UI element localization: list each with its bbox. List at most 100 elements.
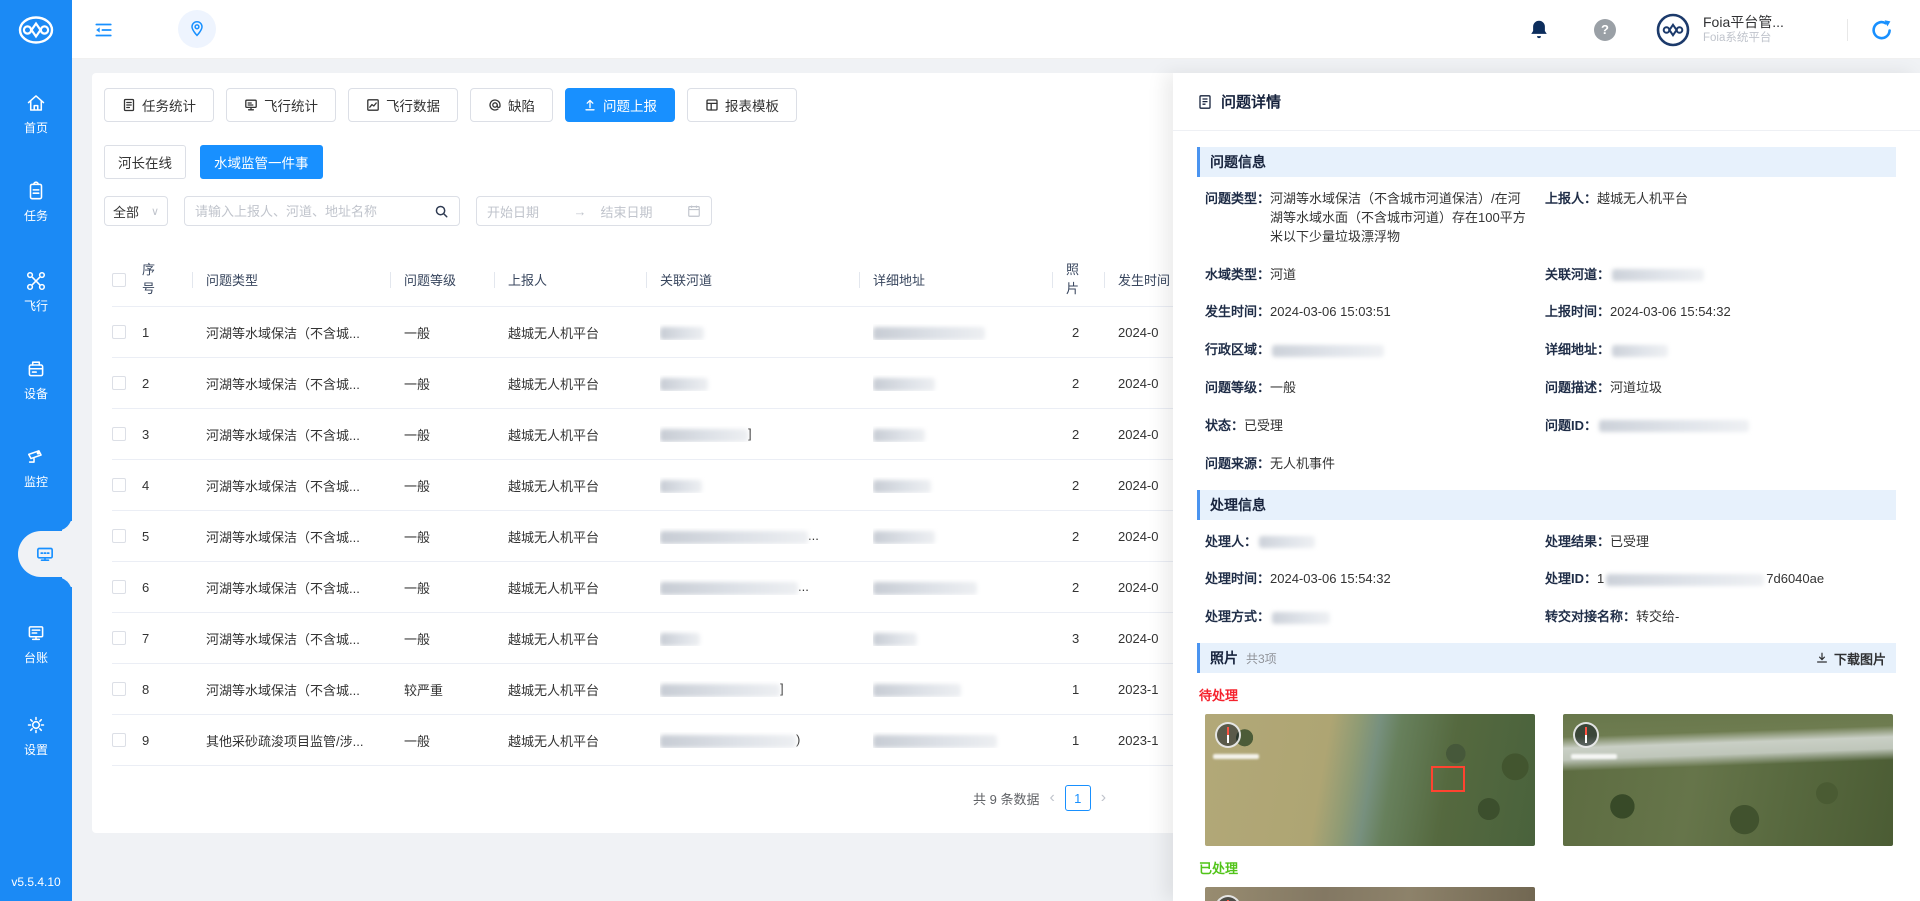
river-trail-text: ... — [798, 579, 809, 594]
end-date-placeholder: 结束日期 — [595, 202, 680, 221]
row-checkbox[interactable] — [112, 733, 126, 747]
row-checkbox[interactable] — [112, 376, 126, 390]
tab-flight-stats[interactable]: 飞行统计 — [226, 88, 336, 122]
tab-defects[interactable]: 缺陷 — [470, 88, 553, 122]
row-checkbox[interactable] — [112, 478, 126, 492]
subtab-river-chief[interactable]: 河长在线 — [104, 145, 186, 179]
detail-field: 问题ID： — [1545, 417, 1896, 436]
done-photo-1[interactable] — [1205, 887, 1535, 901]
page-number[interactable]: 1 — [1065, 785, 1091, 811]
field-label: 问题类型： — [1205, 190, 1270, 209]
redacted-address-value — [873, 429, 925, 442]
field-value: 17d6040ae — [1597, 570, 1824, 589]
issue-detail-panel: 问题详情 问题信息问题类型：河湖等水域保洁（不含城市河道保洁）/在河湖等水域水面… — [1173, 73, 1920, 901]
cell-address — [873, 324, 1066, 339]
sidebar-item-device[interactable]: 设备 — [0, 358, 72, 402]
at-icon — [488, 98, 502, 112]
column-header-label: 上报人 — [508, 270, 547, 289]
search-input[interactable] — [195, 204, 434, 219]
help-icon[interactable]: ? — [1594, 19, 1616, 41]
pending-photo-1[interactable] — [1205, 714, 1535, 846]
field-value — [1610, 266, 1706, 285]
subtab-water-supervision[interactable]: 水域监管一件事 — [200, 145, 323, 179]
sidebar-item-monitor[interactable]: 监控 — [0, 446, 72, 490]
location-pin-button[interactable] — [178, 10, 216, 48]
field-label: 处理ID： — [1545, 570, 1597, 589]
bell-icon[interactable] — [1528, 18, 1550, 42]
row-checkbox-cell — [112, 733, 142, 747]
row-checkbox[interactable] — [112, 529, 126, 543]
avatar[interactable] — [1655, 12, 1691, 48]
row-checkbox-cell — [112, 580, 142, 594]
detail-field: 处理人： — [1205, 533, 1545, 552]
tab-issue-report[interactable]: 问题上报 — [565, 88, 675, 122]
redacted-river-value — [660, 480, 702, 493]
detail-field: 关联河道： — [1545, 266, 1896, 285]
detail-field: 发生时间：2024-03-06 15:03:51 — [1205, 303, 1545, 322]
river-trail-text: ] — [780, 681, 784, 696]
row-checkbox[interactable] — [112, 682, 126, 696]
redacted-river-value — [660, 633, 700, 646]
tab-flight-data[interactable]: 飞行数据 — [348, 88, 458, 122]
column-header: 问题类型 — [206, 270, 404, 289]
sidebar-item-home[interactable]: 首页 — [0, 92, 72, 136]
done-label: 已处理 — [1197, 858, 1896, 877]
photo-overlay-text — [1571, 754, 1617, 759]
row-checkbox[interactable] — [112, 427, 126, 441]
compass-icon — [1215, 895, 1241, 901]
row-checkbox[interactable] — [112, 631, 126, 645]
pagination: 共 9 条数据 ‹ 1 › — [973, 785, 1106, 811]
row-checkbox[interactable] — [112, 580, 126, 594]
field-value: 河湖等水域保洁（不含城市河道保洁）/在河湖等水域水面（不含城市河道）存在100平… — [1270, 190, 1531, 247]
field-label: 问题来源： — [1205, 455, 1270, 474]
redacted-address-value — [873, 378, 935, 391]
subtab-label: 河长在线 — [118, 152, 172, 172]
topbar: ? Foia平台管... Foia系统平台 — [72, 0, 1920, 59]
field-value — [1610, 341, 1670, 360]
river-trail-text: ) — [796, 732, 800, 747]
field-value — [1257, 533, 1317, 552]
cell-photo-count: 2 — [1066, 580, 1118, 595]
sidebar-item-tasks[interactable]: 任务 — [0, 180, 72, 224]
column-header-label: 关联河道 — [660, 270, 712, 289]
redacted-address-value — [873, 327, 985, 340]
tab-task-stats[interactable]: 任务统计 — [104, 88, 214, 122]
column-header-label: 序号 — [142, 261, 157, 299]
row-checkbox[interactable] — [112, 325, 126, 339]
date-range-picker[interactable]: 开始日期 → 结束日期 — [476, 196, 712, 226]
detail-field: 处理ID：17d6040ae — [1545, 570, 1896, 589]
pending-photo-2[interactable] — [1563, 714, 1893, 846]
sidebar-item-label: 监控 — [24, 473, 48, 490]
cell-issue-type: 河湖等水域保洁（不含城... — [206, 629, 404, 648]
field-value: 无人机事件 — [1270, 455, 1335, 474]
sidebar-item-active[interactable] — [18, 531, 72, 577]
cell-reporter: 越城无人机平台 — [508, 578, 660, 597]
redacted-value — [1272, 345, 1384, 357]
photo-overlay-text — [1213, 754, 1259, 759]
row-checkbox-cell — [112, 376, 142, 390]
arrow-right-icon: → — [574, 204, 587, 219]
sidebar-item-settings[interactable]: 设置 — [0, 714, 72, 758]
sidebar-item-label: 设置 — [24, 741, 48, 758]
next-page-button[interactable]: › — [1101, 790, 1106, 806]
redacted-river-value — [660, 531, 808, 544]
field-label: 处理人： — [1205, 533, 1257, 552]
cell-photo-count: 2 — [1066, 376, 1118, 391]
sidebar-item-ledger[interactable]: 台账 — [0, 622, 72, 666]
collapse-icon[interactable] — [92, 19, 114, 41]
prev-page-button[interactable]: ‹ — [1049, 790, 1054, 806]
download-images-button[interactable]: 下载图片 — [1815, 649, 1886, 668]
sidebar-item-flight[interactable]: 飞行 — [0, 270, 72, 314]
column-header: 序号 — [142, 261, 206, 299]
tab-report-template[interactable]: 报表模板 — [687, 88, 797, 122]
category-select[interactable]: 全部 ∨ — [104, 196, 168, 226]
row-checkbox-cell — [112, 427, 142, 441]
select-all-checkbox[interactable] — [112, 273, 126, 287]
tab-label: 问题上报 — [603, 95, 657, 115]
download-icon — [1815, 651, 1829, 665]
template-icon — [705, 98, 719, 112]
search-icon[interactable] — [434, 204, 449, 219]
logout-icon[interactable] — [1870, 18, 1894, 42]
row-checkbox-cell — [112, 682, 142, 696]
user-block[interactable]: Foia平台管... Foia系统平台 — [1703, 13, 1803, 46]
